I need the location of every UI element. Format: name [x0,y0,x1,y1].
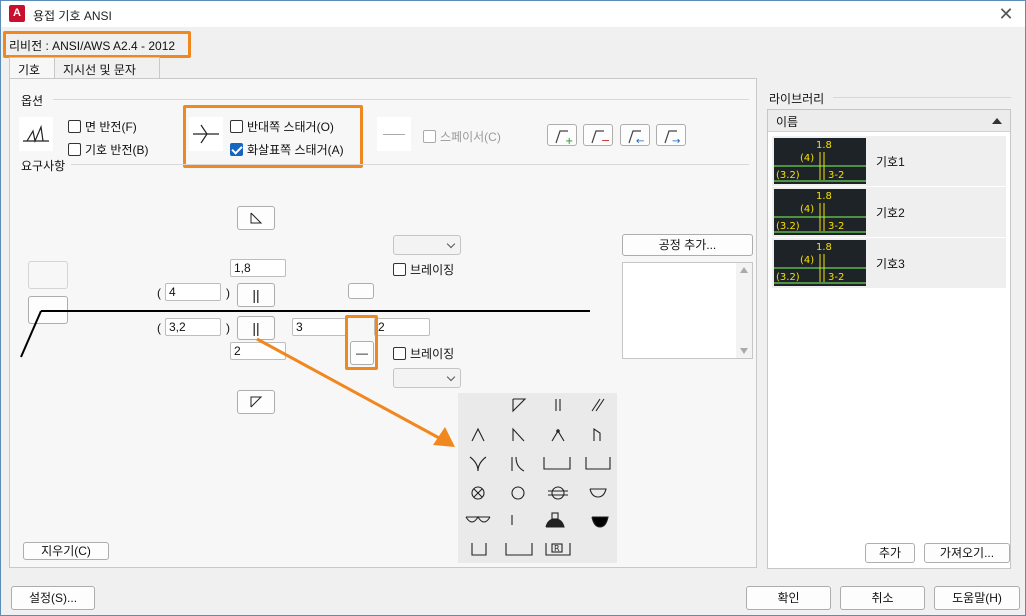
arrow-side-paren-open: ( [157,321,161,335]
brazing-top-checkbox[interactable]: 브레이징 [393,261,454,278]
move-right-button[interactable]: → [656,124,686,147]
ok-button[interactable]: 확인 [746,586,831,610]
sort-ascending-icon [992,118,1002,124]
flip-face-preview-icon [19,117,53,151]
tab-symbol[interactable]: 기호 [9,57,55,79]
process-list[interactable] [622,262,753,359]
arrow-side-size-input[interactable]: 3,2 [165,318,221,336]
library-item[interactable]: 1.8 (4) (3.2) 3-2 기호1 [772,136,1006,186]
reference-line [68,310,590,312]
library-thumb: 1.8 (4) (3.2) 3-2 [774,240,866,286]
window-title: 용접 기호 ANSI [33,9,112,23]
other-side-size-input[interactable]: 4 [165,283,221,301]
library-item[interactable]: 1.8 (4) (3.2) 3-2 기호3 [772,238,1006,288]
scroll-down-icon[interactable] [740,348,748,354]
svg-text:→: → [672,136,680,147]
leader-arrow-icon [20,310,68,358]
settings-button[interactable]: 설정(S)... [11,586,95,610]
stagger-preview-icon [189,117,223,151]
arrow-side-paren-close: ) [226,321,230,335]
svg-text:3-2: 3-2 [828,272,844,283]
svg-text:−: − [601,134,610,147]
svg-text:1.8: 1.8 [816,140,832,151]
library-list[interactable]: 이름 1.8 (4) (3.2) 3-2 기호1 1.8 (4) (3.2) 3… [767,109,1011,569]
welding-symbol-dialog: A 용접 기호 ANSI ✕ 리비전 : ANSI/AWS A2.4 - 201… [0,0,1026,616]
options-title: 옵션 [21,94,44,108]
other-side-finish-button[interactable] [348,283,374,299]
svg-text:(3.2): (3.2) [776,221,800,232]
svg-text:(3.2): (3.2) [776,170,800,181]
flip-face-checkbox[interactable]: 면 반전(F) [68,118,137,135]
other-side-symbol-button[interactable] [237,206,275,230]
requirements-divider [71,164,749,165]
svg-text:1.8: 1.8 [816,242,832,253]
callout-arrow [256,337,455,447]
arrow-side-length-input[interactable]: 3 [292,318,348,336]
library-divider [833,97,1011,98]
flip-symbol-checkbox[interactable]: 기호 반전(B) [68,141,149,158]
clear-button[interactable]: 지우기(C) [23,542,109,560]
arrow-stagger-checkbox[interactable]: 화살표쪽 스태거(A) [230,141,344,158]
library-item-label: 기호2 [876,206,905,220]
cancel-button[interactable]: 취소 [840,586,925,610]
library-name-header[interactable]: 이름 [768,110,1010,132]
svg-text:←: ← [636,136,644,147]
remove-field-weld-button[interactable]: − [583,124,613,147]
options-divider [53,99,749,100]
revision-highlight [3,31,191,58]
spacer-line-icon [377,117,411,151]
weld-symbol-palette: R [458,393,617,563]
other-side-contour-dropdown[interactable] [393,235,461,255]
svg-text:+: + [565,136,573,147]
other-side-top-input[interactable]: 1,8 [230,259,286,277]
other-side-weld-symbol-button[interactable]: || [237,283,275,307]
other-side-paren-open: ( [157,286,161,300]
app-icon: A [9,5,25,22]
add-process-button[interactable]: 공정 추가... [622,234,753,256]
title-bar: A 용접 기호 ANSI ✕ [1,1,1025,27]
library-item-label: 기호3 [876,257,905,271]
svg-text:3-2: 3-2 [828,170,844,181]
svg-text:R: R [554,544,560,553]
library-thumb: 1.8 (4) (3.2) 3-2 [774,189,866,235]
add-field-weld-button[interactable]: + [547,124,577,147]
spacer-checkbox[interactable]: 스페이서(C) [423,128,501,145]
svg-text:(4): (4) [800,255,814,266]
tab-leader-text[interactable]: 지시선 및 문자 [54,57,160,79]
svg-text:(4): (4) [800,153,814,164]
svg-text:1.8: 1.8 [816,191,832,202]
other-side-paren-close: ) [226,286,230,300]
library-import-button[interactable]: 가져오기... [924,543,1010,563]
library-add-button[interactable]: 추가 [865,543,915,563]
library-title: 라이브러리 [769,92,825,106]
help-button[interactable]: 도움말(H) [934,586,1020,610]
svg-text:(3.2): (3.2) [776,272,800,283]
left-ref-button[interactable] [28,261,68,289]
library-item[interactable]: 1.8 (4) (3.2) 3-2 기호2 [772,187,1006,237]
svg-text:3-2: 3-2 [828,221,844,232]
requirements-title: 요구사항 [21,159,66,173]
library-item-label: 기호1 [876,155,905,169]
arrow-side-pitch-input[interactable]: 2 [374,318,430,336]
move-left-button[interactable]: ← [620,124,650,147]
library-thumb: 1.8 (4) (3.2) 3-2 [774,138,866,184]
scroll-up-icon[interactable] [740,267,748,273]
close-icon[interactable]: ✕ [995,3,1017,25]
opposite-stagger-checkbox[interactable]: 반대쪽 스태거(O) [230,118,334,135]
process-scrollbar[interactable] [736,263,752,358]
svg-text:(4): (4) [800,204,814,215]
